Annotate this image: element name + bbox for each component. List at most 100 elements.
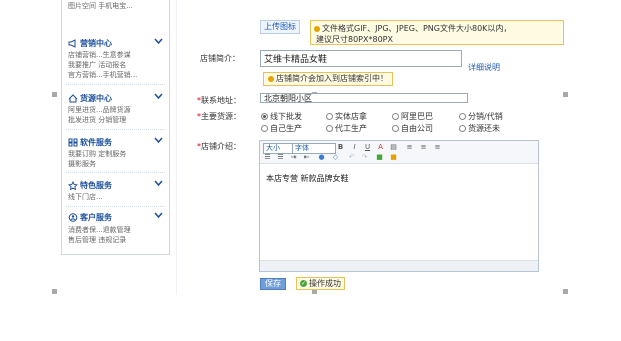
indent-icon[interactable]: ⇥ (290, 154, 297, 161)
resize-handle-bottom-right[interactable] (563, 289, 568, 294)
editor-footer (260, 260, 538, 271)
sidebar-link[interactable]: 消费者保...退款管理 (68, 225, 131, 235)
link-icon[interactable]: ● (318, 154, 325, 161)
sidebar-link[interactable]: 售后管理 违规记录 (68, 235, 126, 245)
align-left-icon[interactable]: ≡ (406, 144, 413, 151)
source-radio-5[interactable]: 代工生产 (326, 123, 367, 134)
source-radio-0[interactable]: 线下批发 (261, 111, 302, 122)
editor-content[interactable]: 本店专营 新款品牌女鞋 (266, 173, 349, 184)
radio-icon[interactable] (261, 125, 268, 132)
sidebar-link[interactable]: 摄影服务 (68, 159, 96, 169)
address-label-text: 联系地址： (201, 96, 241, 105)
vertical-divider (176, 0, 177, 295)
resize-handle-bottom-left[interactable] (52, 289, 57, 294)
editor-toolbar: 大小 字体 B I U A ▤ ≡ ≡ ≡ ☰ ☰ ⇥ ⇤ ● ◇ ↶ ↷ ■ … (260, 141, 538, 164)
info-dot-icon (268, 75, 274, 82)
sidebar: 图片空间 手机电宝... 营销中心 店铺营销...生意参谋 我要推广 活动报名 … (61, 0, 170, 255)
intro-textarea[interactable]: 艾维卡精品女鞋 (260, 50, 462, 67)
ordered-list-icon[interactable]: ☰ (264, 154, 271, 161)
sidebar-link[interactable]: 我要订购 定制服务 (68, 149, 126, 159)
resize-handle-top-left[interactable] (52, 92, 57, 97)
chevron-down-icon[interactable] (154, 137, 163, 144)
underline-icon[interactable]: U (364, 144, 371, 151)
source-radio-1[interactable]: 实体店拿 (326, 111, 367, 122)
emoticon-icon[interactable]: ■ (390, 154, 397, 161)
align-center-icon[interactable]: ≡ (420, 144, 427, 151)
customer-service-icon (68, 213, 78, 222)
radio-label: 代工生产 (335, 124, 367, 133)
check-icon: ✓ (300, 280, 307, 287)
radio-label: 自己生产 (270, 124, 302, 133)
radio-icon[interactable] (459, 125, 466, 132)
radio-icon[interactable] (326, 113, 333, 120)
upload-tip-line2: 建议尺寸80PX*80PX (316, 35, 393, 44)
resize-handle-top-right[interactable] (563, 92, 568, 97)
source-label-text: 主要货源： (201, 112, 241, 121)
address-input[interactable]: 北京朝阳小区 (260, 93, 468, 103)
divider (66, 206, 165, 207)
font-color-icon[interactable]: A (377, 144, 384, 151)
sidebar-link[interactable]: 批发进货 分销管理 (68, 115, 126, 125)
chevron-down-icon[interactable] (154, 180, 163, 187)
divider (66, 129, 165, 130)
sidebar-top-line[interactable]: 图片空间 手机电宝... (68, 1, 133, 11)
sidebar-link[interactable]: 店铺营销...生意参谋 (68, 50, 131, 60)
source-label: *主要货源： (197, 112, 241, 121)
bold-icon[interactable]: B (337, 144, 344, 151)
radio-label: 实体店拿 (335, 112, 367, 121)
radio-label: 自由公司 (401, 124, 433, 133)
radio-label: 线下批发 (270, 112, 302, 121)
intro-label: 店铺简介： (200, 54, 240, 63)
align-right-icon[interactable]: ≡ (434, 144, 441, 151)
unordered-list-icon[interactable]: ☰ (277, 154, 284, 161)
sidebar-link[interactable]: 线下门店... (68, 192, 103, 202)
address-label: *联系地址： (197, 96, 241, 105)
source-radio-2[interactable]: 阿里巴巴 (392, 111, 433, 122)
radio-label: 阿里巴巴 (401, 112, 433, 121)
sidebar-section-title: 货源中心 (80, 94, 112, 103)
sidebar-section-title: 软件服务 (80, 138, 112, 147)
undo-icon[interactable]: ↶ (348, 154, 355, 161)
chevron-down-icon[interactable] (154, 212, 163, 219)
sidebar-section-title: 特色服务 (80, 181, 112, 190)
upload-tip: 文件格式GIF、JPG、JPEG、PNG文件大小80K以内， 建议尺寸80PX*… (310, 20, 564, 45)
megaphone-icon (68, 39, 76, 48)
sidebar-section-title: 客户服务 (80, 213, 112, 222)
upload-icon-button[interactable]: 上传图标 (260, 20, 300, 34)
radio-label: 分销/代销 (468, 112, 503, 121)
intro-tip-text: 店铺简介会加入到店铺索引中！ (276, 74, 388, 83)
code-icon[interactable]: ◇ (332, 154, 339, 161)
italic-icon[interactable]: I (351, 144, 358, 151)
info-dot-icon (314, 25, 320, 32)
success-text: 操作成功 (309, 279, 341, 288)
chevron-down-icon[interactable] (154, 93, 163, 100)
chevron-down-icon[interactable] (154, 38, 163, 45)
radio-icon[interactable] (392, 113, 399, 120)
source-radio-7[interactable]: 货源还未 (459, 123, 500, 134)
rich-text-editor[interactable]: 大小 字体 B I U A ▤ ≡ ≡ ≡ ☰ ☰ ⇥ ⇤ ● ◇ ↶ ↷ ■ … (259, 140, 539, 272)
font-family-select[interactable]: 字体 (292, 143, 336, 154)
background-color-icon[interactable]: ▤ (390, 144, 397, 151)
desc-label: *店铺介绍： (197, 142, 241, 151)
intro-tip: 店铺简介会加入到店铺索引中！ (263, 72, 393, 86)
source-radio-6[interactable]: 自由公司 (392, 123, 433, 134)
sidebar-link[interactable]: 我要推广 活动报名 (68, 60, 126, 70)
sidebar-link[interactable]: 官方营销...手机营销... (68, 70, 137, 80)
radio-icon[interactable] (392, 125, 399, 132)
image-icon[interactable]: ■ (376, 154, 383, 161)
source-radio-4[interactable]: 自己生产 (261, 123, 302, 134)
star-icon (68, 181, 78, 190)
source-radio-3[interactable]: 分销/代销 (459, 111, 503, 122)
grid-icon (68, 138, 78, 147)
intro-help-link[interactable]: 详细说明 (468, 62, 500, 73)
desc-label-text: 店铺介绍： (201, 142, 241, 151)
radio-icon[interactable] (326, 125, 333, 132)
radio-selected-icon[interactable] (261, 113, 268, 120)
save-button[interactable]: 保存 (260, 278, 286, 290)
divider (66, 172, 165, 173)
sidebar-link[interactable]: 阿里进货...品牌货源 (68, 105, 131, 115)
sidebar-section-title: 营销中心 (80, 39, 112, 48)
outdent-icon[interactable]: ⇤ (303, 154, 310, 161)
redo-icon[interactable]: ↷ (361, 154, 368, 161)
radio-icon[interactable] (459, 113, 466, 120)
